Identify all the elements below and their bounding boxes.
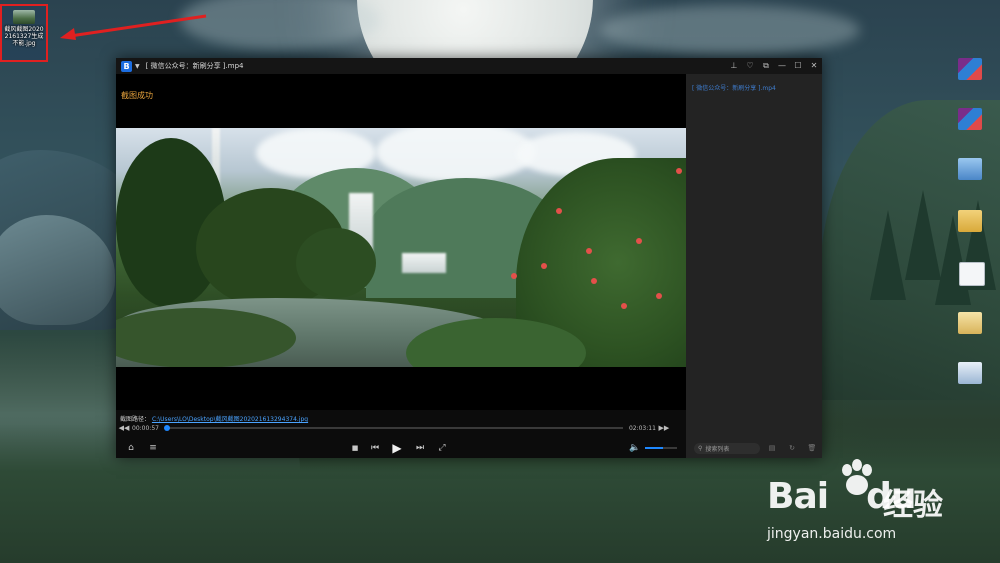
window-title: [ 微信公众号：新刷分享 ].mp4 (145, 62, 244, 70)
player-titlebar[interactable]: B ▼ [ 微信公众号：新刷分享 ].mp4 ⊥ ♡ ⧉ — ☐ ✕ (116, 58, 822, 74)
next-button[interactable]: ⏭ (413, 441, 427, 455)
seek-handle[interactable] (164, 425, 171, 431)
close-button[interactable]: ✕ (806, 58, 822, 74)
toolbox-icon[interactable]: ⌂ (124, 441, 138, 455)
fast-forward-icon[interactable]: ▶▶ (656, 424, 672, 432)
archive-icon (958, 108, 982, 130)
video-player-window: B ▼ [ 微信公众号：新刷分享 ].mp4 ⊥ ♡ ⧉ — ☐ ✕ 截图成功 (116, 58, 822, 458)
screenshot-status: 截图成功 (121, 91, 153, 100)
annotation-arrow-icon (60, 14, 207, 40)
cloud (600, 5, 860, 55)
folder-icon (958, 210, 982, 232)
baidu-watermark: Bai du 经验 jingyan.baidu.com (765, 458, 995, 558)
desktop-icon-document[interactable] (952, 262, 992, 286)
folder-icon (958, 312, 982, 334)
skin-icon[interactable]: ♡ (742, 58, 758, 74)
desktop-icon-computer[interactable] (950, 158, 990, 180)
baidu-paw-icon (842, 459, 872, 495)
cloud (180, 0, 380, 50)
archive-icon (958, 58, 982, 80)
volume-slider[interactable] (645, 447, 677, 449)
desktop-icon-folder[interactable] (950, 210, 990, 232)
playlist-search-placeholder: 搜索列表 (705, 445, 730, 453)
add-file-icon[interactable]: ▤ (764, 444, 780, 452)
control-bar: ⌂ ≡ ■ ⏮ ▶ ⏭ ⤢ 🔈 (116, 438, 686, 458)
minimize-button[interactable]: — (774, 58, 790, 74)
desktop-icon-image[interactable] (950, 362, 990, 384)
video-frame (116, 128, 686, 367)
desktop-icon-archive[interactable] (950, 58, 990, 80)
settings-sliders-icon[interactable]: ≡ (146, 441, 160, 455)
maximize-button[interactable]: ☐ (790, 58, 806, 74)
video-area[interactable]: 截图成功 (116, 74, 686, 410)
seek-bar[interactable] (164, 425, 623, 431)
playlist-search-input[interactable]: ⚲ 搜索列表 (694, 442, 760, 454)
current-time: 00:00:57 (132, 424, 159, 432)
desktop-icon-label: 截风截图20202161327生成不能.jpg (4, 26, 44, 47)
menu-caret-icon[interactable]: ▼ (135, 63, 140, 70)
stop-button[interactable]: ■ (348, 441, 362, 455)
mini-mode-icon[interactable]: ⧉ (758, 58, 774, 74)
volume-icon[interactable]: 🔈 (628, 441, 642, 455)
total-time: 02:03:11 (628, 424, 656, 432)
window-controls: ⊥ ♡ ⧉ — ☐ ✕ (726, 58, 822, 74)
watermark-url: jingyan.baidu.com (767, 526, 897, 542)
play-button[interactable]: ▶ (390, 441, 404, 455)
delete-icon[interactable]: 🗑 (804, 444, 820, 452)
image-file-icon (13, 10, 35, 24)
desktop-icon-screenshot[interactable]: 截风截图20202161327生成不能.jpg (0, 4, 48, 62)
previous-button[interactable]: ⏮ (368, 441, 382, 455)
watermark-brand-cn: 经验 (883, 488, 943, 523)
document-icon (959, 262, 985, 286)
loop-icon[interactable]: ↻ (784, 444, 800, 452)
volume-level (645, 447, 663, 449)
playlist-toolbar: ⚲ 搜索列表 ▤ ↻ 🗑 (686, 438, 822, 458)
playlist-panel: [ 微信公众号：新刷分享 ].mp4 ⚲ 搜索列表 ▤ ↻ 🗑 (686, 74, 822, 458)
desktop-icon-folder[interactable] (950, 312, 990, 334)
player-logo-icon[interactable]: B (121, 60, 132, 72)
tree (870, 210, 906, 300)
seek-row: ◀◀ 00:00:57 02:03:11 ▶▶ (116, 422, 686, 434)
computer-icon (958, 158, 982, 180)
pin-icon[interactable]: ⊥ (726, 58, 742, 74)
rewind-icon[interactable]: ◀◀ (116, 424, 132, 432)
desktop-icon-archive[interactable] (950, 108, 990, 130)
fullscreen-icon[interactable]: ⤢ (435, 441, 449, 455)
image-file-icon (958, 362, 982, 384)
search-icon: ⚲ (698, 444, 703, 452)
playlist-item[interactable]: [ 微信公众号：新刷分享 ].mp4 (692, 83, 776, 92)
